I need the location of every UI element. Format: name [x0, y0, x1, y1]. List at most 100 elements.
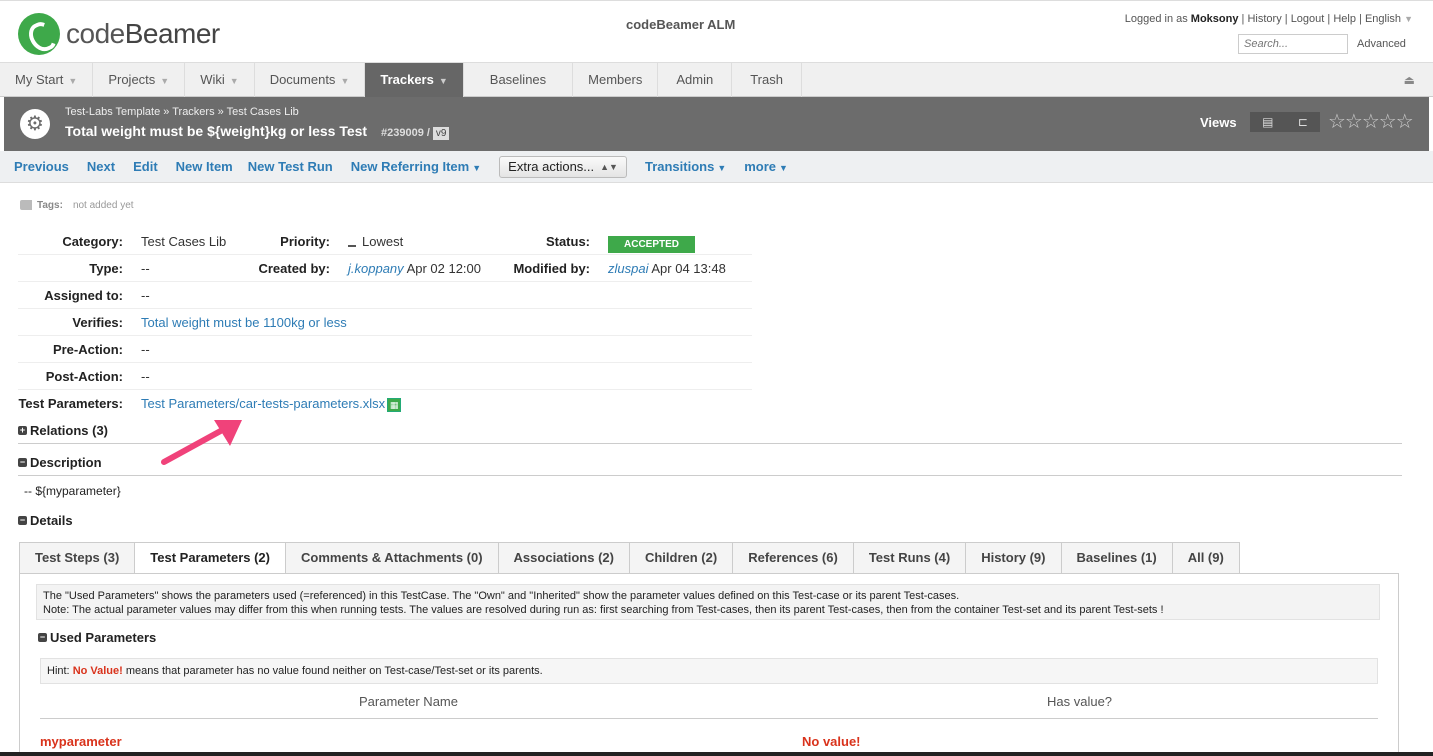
help-link[interactable]: Help [1333, 13, 1356, 25]
chevron-down-icon[interactable]: ▼ [340, 76, 349, 86]
language-link[interactable]: English [1365, 13, 1401, 25]
properties-table: Category: Test Cases Lib Priority: Lowes… [18, 228, 752, 417]
info-box: The "Used Parameters" shows the paramete… [36, 584, 1380, 620]
tab-test-parameters[interactable]: Test Parameters (2) [134, 542, 285, 574]
nav-trackers[interactable]: Trackers ▼ [365, 63, 464, 97]
breadcrumb-project[interactable]: Test-Labs Template [65, 106, 160, 118]
tab-all[interactable]: All (9) [1171, 542, 1240, 574]
nav-members[interactable]: Members [573, 63, 659, 97]
page-title: Total weight must be ${weight}kg or less… [65, 123, 450, 140]
table-divider [40, 718, 1378, 719]
test-parameters-panel: The "Used Parameters" shows the paramete… [19, 573, 1399, 756]
edit-button[interactable]: Edit [133, 159, 158, 174]
tab-children[interactable]: Children (2) [628, 542, 733, 574]
new-item-button[interactable]: New Item [176, 159, 233, 174]
item-id: #239009 / [380, 127, 430, 139]
gear-icon[interactable]: ⚙ [20, 109, 50, 139]
chevron-down-icon[interactable]: ▼ [68, 76, 77, 86]
tag-icon [20, 200, 32, 211]
chevron-down-icon[interactable]: ▼ [439, 76, 448, 86]
app-title: codeBeamer ALM [626, 17, 736, 32]
test-parameters-file-link[interactable]: Test Parameters/car-tests-parameters.xls… [141, 396, 385, 411]
nav-projects[interactable]: Projects ▼ [93, 63, 186, 97]
status-badge: ACCEPTED [608, 236, 696, 253]
more-menu[interactable]: more ▼ [744, 159, 788, 174]
username: Moksony [1190, 13, 1239, 25]
nav-documents[interactable]: Documents ▼ [255, 63, 366, 97]
details-tabs: Test Steps (3) Test Parameters (2) Comme… [19, 542, 1240, 574]
chevron-down-icon[interactable]: ▼ [472, 163, 481, 173]
priority-value: Lowest [348, 234, 403, 249]
action-bar: Previous Next Edit New Item New Test Run… [0, 151, 1433, 183]
tree-view-icon[interactable]: ⊏ [1298, 115, 1308, 129]
tab-associations[interactable]: Associations (2) [497, 542, 629, 574]
post-action-value: -- [141, 369, 150, 384]
chevron-down-icon[interactable]: ▼ [160, 76, 169, 86]
nav-admin[interactable]: Admin [658, 63, 733, 97]
annotation-arrow [161, 420, 242, 465]
nav-trash[interactable]: Trash [732, 63, 802, 97]
user-links: Logged in as Moksony | History | Logout … [1124, 13, 1413, 25]
language-caret-icon[interactable]: ▼ [1404, 14, 1413, 24]
collapse-header-icon[interactable]: ⏏ [1404, 73, 1415, 87]
tab-references[interactable]: References (6) [732, 542, 853, 574]
assigned-value: -- [141, 288, 150, 303]
breadcrumb: Test-Labs Template » Trackers » Test Cas… [65, 106, 299, 118]
new-test-run-button[interactable]: New Test Run [248, 159, 333, 174]
chevron-down-icon[interactable]: ▼ [230, 76, 239, 86]
column-header-has-value[interactable]: Has value? [1047, 694, 1112, 709]
search-input[interactable] [1238, 34, 1348, 54]
new-referring-item-button[interactable]: New Referring Item ▼ [351, 159, 481, 174]
details-section-header[interactable]: − Details [18, 510, 1402, 534]
modified-by-user-link[interactable]: zluspai [608, 261, 648, 276]
used-parameters-header[interactable]: − Used Parameters [38, 630, 156, 645]
hint-box: Hint: No Value! means that parameter has… [40, 658, 1378, 684]
extra-actions-select[interactable]: Extra actions... ▲▼ [499, 155, 627, 178]
tab-history[interactable]: History (9) [965, 542, 1061, 574]
nav-my-start[interactable]: My Start ▼ [0, 63, 94, 97]
version-badge[interactable]: v9 [432, 127, 450, 140]
views-label: Views [1200, 115, 1237, 130]
collapse-icon[interactable]: − [18, 458, 27, 468]
property-row: Test Parameters: Test Parameters/car-tes… [18, 390, 752, 417]
tab-test-runs[interactable]: Test Runs (4) [852, 542, 966, 574]
property-row: Pre-Action: -- [18, 336, 752, 363]
verifies-link[interactable]: Total weight must be 1100kg or less [141, 315, 347, 330]
collapse-icon[interactable]: − [18, 516, 27, 526]
rating-stars[interactable]: ☆☆☆☆☆ [1328, 109, 1414, 134]
pre-action-value: -- [141, 342, 150, 357]
nav-baselines[interactable]: Baselines [464, 63, 574, 97]
codebeamer-logo[interactable]: codeBeamer [18, 13, 220, 55]
breadcrumb-tracker[interactable]: Test Cases Lib [227, 106, 299, 118]
expand-icon[interactable]: + [18, 426, 27, 436]
history-link[interactable]: History [1247, 13, 1281, 25]
logout-link[interactable]: Logout [1291, 13, 1325, 25]
chevron-down-icon[interactable]: ▼ [717, 163, 726, 173]
tab-comments-attachments[interactable]: Comments & Attachments (0) [285, 542, 498, 574]
breadcrumb-trackers[interactable]: Trackers [172, 106, 214, 118]
previous-button[interactable]: Previous [14, 159, 69, 174]
gecko-logo-icon [18, 13, 60, 55]
tab-baselines[interactable]: Baselines (1) [1060, 542, 1172, 574]
property-row: Verifies: Total weight must be 1100kg or… [18, 309, 752, 336]
type-value: -- [141, 261, 150, 276]
advanced-search-link[interactable]: Advanced [1357, 38, 1406, 50]
chevron-down-icon[interactable]: ▼ [779, 163, 788, 173]
next-button[interactable]: Next [87, 159, 115, 174]
transitions-menu[interactable]: Transitions ▼ [645, 159, 726, 174]
collapse-icon[interactable]: − [38, 633, 47, 643]
table-row-has-value: No value! [802, 734, 861, 749]
tags-value[interactable]: not added yet [73, 200, 134, 211]
tags-row: Tags: not added yet [20, 200, 134, 211]
created-by-user-link[interactable]: j.koppany [348, 261, 404, 276]
tab-test-steps[interactable]: Test Steps (3) [19, 542, 135, 574]
nav-wiki[interactable]: Wiki ▼ [185, 63, 255, 97]
app-header: codeBeamer codeBeamer ALM Logged in as M… [0, 0, 1433, 62]
table-row-parameter-name: myparameter [40, 734, 122, 749]
column-header-parameter-name[interactable]: Parameter Name [359, 694, 458, 709]
document-view-icon[interactable]: ▤ [1262, 115, 1273, 129]
property-row: Type: -- Created by: j.koppany Apr 02 12… [18, 255, 752, 282]
views-switcher: ▤ ⊏ [1250, 112, 1320, 132]
main-nav: My Start ▼ Projects ▼ Wiki ▼ Documents ▼ Tra… [0, 62, 1433, 97]
spreadsheet-icon[interactable]: ▦ [387, 397, 402, 412]
